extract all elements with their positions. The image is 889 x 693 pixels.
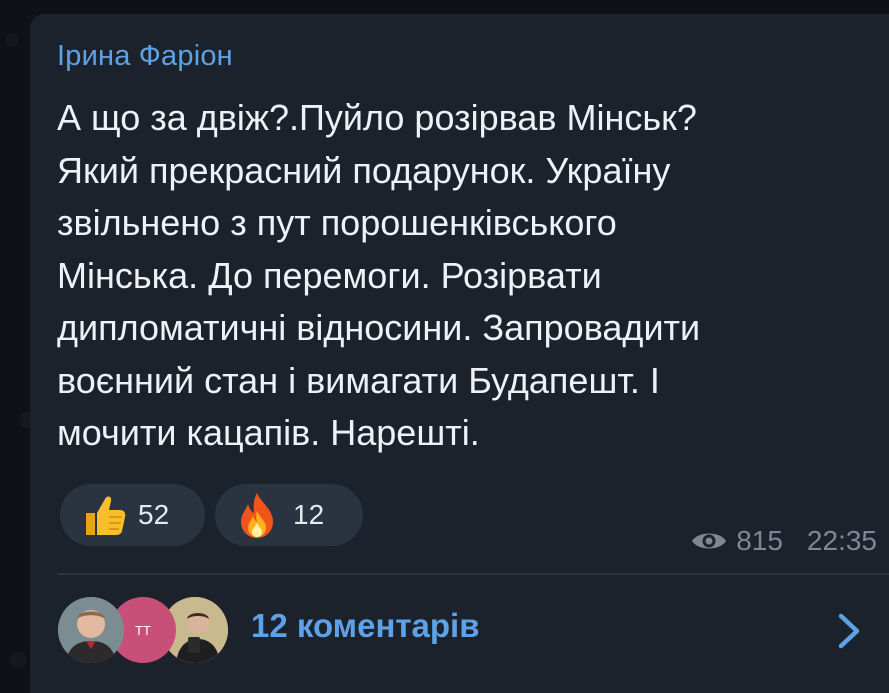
message-line: А що за двіж?.Пуйло розірвав Мінськ? <box>57 97 697 138</box>
avatar-initials: ТТ <box>135 622 151 638</box>
post-author[interactable]: Ірина Фаріон <box>57 40 233 73</box>
reaction-thumbs-up-button[interactable]: 52 <box>60 484 205 546</box>
post-time: 22:35 <box>806 525 877 556</box>
message-line: дипломатичні відносини. Запровадити <box>57 307 701 348</box>
message-line: мочити кацапів. Нарешті. <box>57 412 480 453</box>
eye-icon <box>692 533 727 549</box>
reaction-fire-button[interactable]: 12 <box>215 484 363 546</box>
reaction-count: 12 <box>293 499 325 530</box>
message-line: Мінська. До перемоги. Розірвати <box>57 254 602 296</box>
message-line: звільнено з пут порошенківського <box>57 202 617 243</box>
avatar <box>58 597 124 663</box>
thumbs-up-icon <box>86 496 126 535</box>
chevron-right-icon[interactable] <box>836 612 862 650</box>
view-count: 815 <box>736 525 783 556</box>
post-meta: 815 22:35 <box>690 525 877 557</box>
comments-link[interactable]: 12 коментарів <box>251 607 480 645</box>
reaction-count: 52 <box>138 499 170 530</box>
commenter-avatars[interactable]: ТТ <box>58 597 233 665</box>
divider <box>57 573 889 575</box>
user-photo-icon <box>58 597 124 663</box>
message-line: воєнний стан і вимагати Будапешт. І <box>57 359 660 401</box>
message-text: А що за двіж?.Пуйло розірвав Мінськ? Яки… <box>57 92 877 460</box>
fire-icon <box>241 493 273 538</box>
message-line: Який прекрасний подарунок. Україну <box>57 149 671 191</box>
